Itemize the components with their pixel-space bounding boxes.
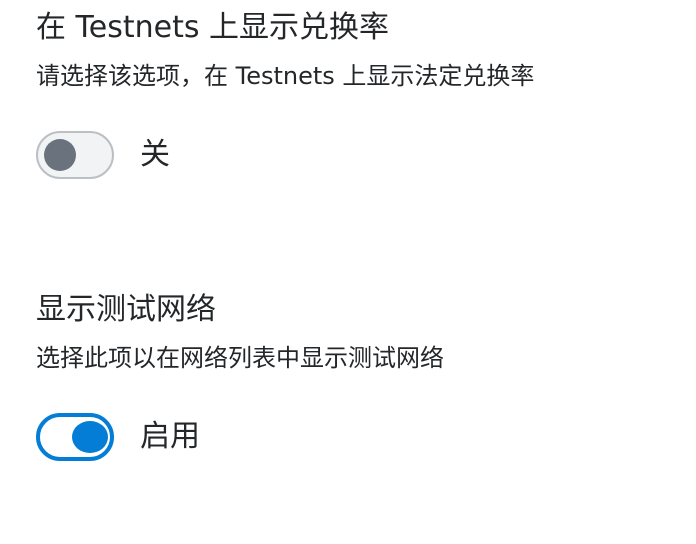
toggle-state-label: 启用	[140, 419, 200, 454]
toggle-row: 启用	[36, 412, 676, 462]
toggle-knob	[44, 139, 76, 171]
toggle-state-label: 关	[140, 137, 170, 172]
setting-title: 在 Testnets 上显示兑换率	[36, 10, 390, 45]
setting-title: 显示测试网络	[36, 292, 216, 327]
setting-description: 请选择该选项，在 Testnets 上显示法定兑换率	[36, 62, 535, 90]
testnet-conversion-toggle[interactable]	[36, 131, 114, 179]
toggle-knob	[72, 421, 108, 453]
setting-testnet-conversion: 在 Testnets 上显示兑换率 请选择该选项，在 Testnets 上显示法…	[36, 8, 676, 180]
setting-show-test-networks: 显示测试网络 选择此项以在网络列表中显示测试网络 启用	[36, 290, 676, 462]
show-test-networks-toggle[interactable]	[36, 413, 114, 461]
setting-description: 选择此项以在网络列表中显示测试网络	[36, 344, 444, 372]
toggle-row: 关	[36, 130, 676, 180]
